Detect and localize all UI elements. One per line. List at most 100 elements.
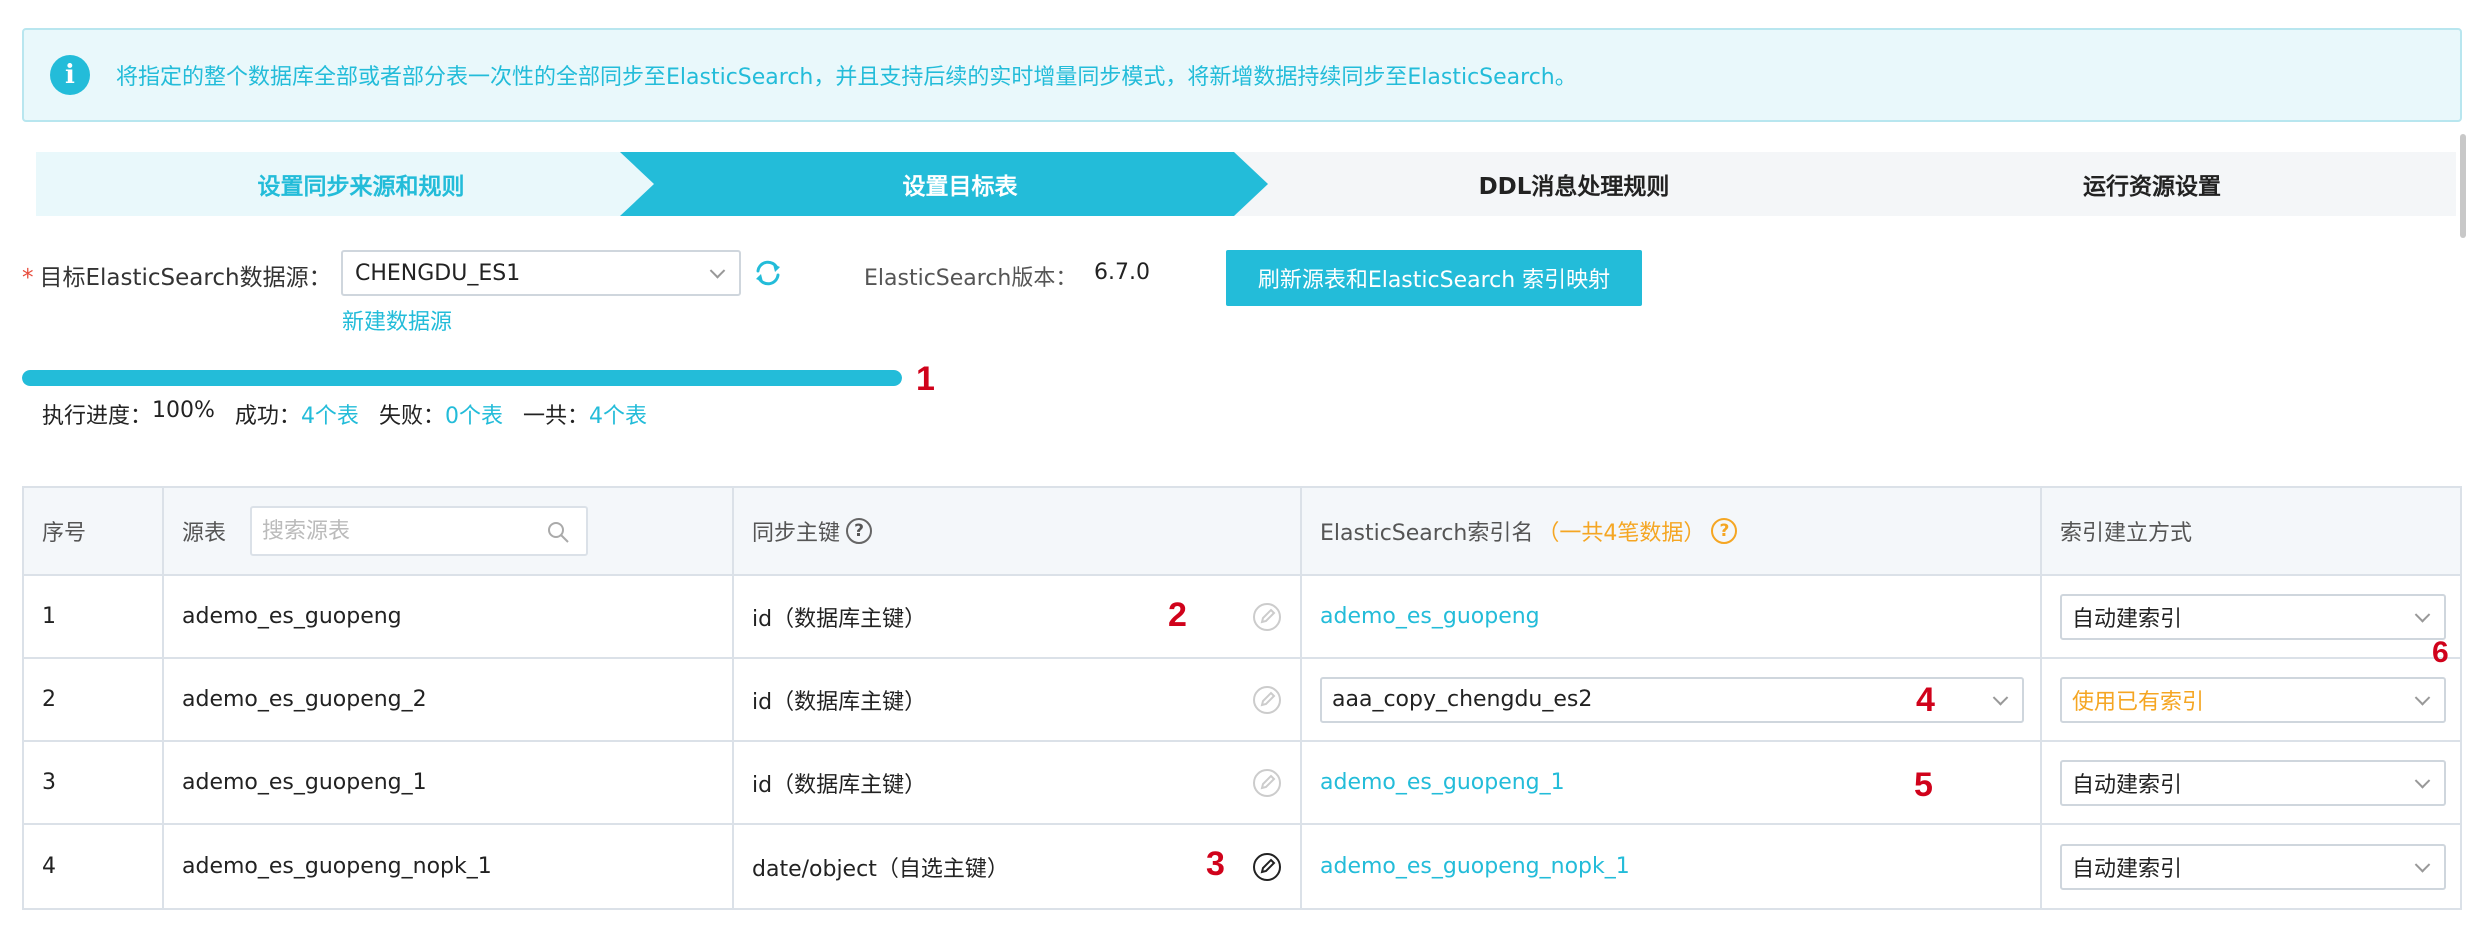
edit-icon[interactable] (1252, 602, 1282, 632)
row-pk: id（数据库主键） (734, 659, 1302, 740)
annotation-marker-6: 6 (2432, 636, 2449, 669)
row-mode: 自动建索引 (2042, 742, 2460, 823)
wizard-steps: 设置同步来源和规则 设置目标表 DDL消息处理规则 运行资源设置 (36, 152, 2456, 216)
total-label: 一共： (522, 404, 589, 429)
table-row: 4 ademo_es_guopeng_nopk_1 date/object（自选… (24, 825, 2460, 908)
progress-bar (22, 370, 902, 386)
header-index: 序号 (24, 488, 164, 574)
source-search[interactable] (250, 506, 589, 556)
index-mode-select[interactable]: 自动建索引 (2060, 843, 2446, 890)
progress-fill (22, 370, 902, 386)
row-es-index: ademo_es_guopeng_nopk_1 (1302, 825, 2042, 908)
selected-value: CHENGDU_ES1 (355, 260, 521, 286)
help-icon[interactable]: ? (846, 518, 873, 544)
step-source-rules[interactable]: 设置同步来源和规则 (36, 152, 686, 216)
progress-stats: 执行进度： 100% 成功： 4个表 失败： 0个表 一共： 4个表 (42, 398, 667, 430)
info-banner: i 将指定的整个数据库全部或者部分表一次性的全部同步至ElasticSearch… (22, 28, 2462, 122)
step-runtime-resources[interactable]: 运行资源设置 (1848, 152, 2456, 216)
target-label-text: 目标ElasticSearch数据源： (39, 265, 332, 291)
table-header: 序号 源表 同步主键 ? ElasticSearch索引名 （一共4笔数据） ?… (24, 488, 2460, 576)
chevron-down-icon (2414, 856, 2431, 873)
edit-icon[interactable] (1252, 768, 1282, 798)
new-datasource-link[interactable]: 新建数据源 (342, 304, 452, 336)
header-mode: 索引建立方式 (2060, 521, 2193, 546)
index-mode-select[interactable]: 自动建索引 (2060, 759, 2446, 806)
step-target-table[interactable]: 设置目标表 (620, 152, 1300, 216)
header-pk: 同步主键 ? (734, 488, 1302, 574)
es-index-link[interactable]: ademo_es_guopeng (1320, 604, 1540, 629)
success-count-link[interactable]: 4个表 (301, 398, 359, 430)
step-label: DDL消息处理规则 (1478, 174, 1670, 200)
required-mark: * (22, 265, 34, 291)
row-pk: id（数据库主键） (734, 742, 1302, 823)
edit-icon[interactable] (1252, 852, 1282, 882)
row-pk-text: date/object（自选主键） (752, 856, 1009, 882)
row-pk-text: id（数据库主键） (752, 772, 927, 798)
row-source: ademo_es_guopeng_nopk_1 (164, 825, 734, 908)
annotation-marker-5: 5 (1914, 766, 1933, 804)
row-es-index: aaa_copy_chengdu_es2 4 (1302, 659, 2042, 740)
chevron-down-icon (2414, 772, 2431, 789)
fail-label: 失败： (378, 404, 445, 429)
step-label: 设置同步来源和规则 (257, 174, 465, 200)
search-input[interactable] (262, 518, 523, 544)
row-index: 2 (24, 659, 164, 740)
row-mode: 自动建索引 (2042, 825, 2460, 908)
table-row: 1 ademo_es_guopeng id（数据库主键） 2 ademo_es_… (24, 576, 2460, 659)
edit-icon[interactable] (1252, 685, 1282, 715)
progress-percent: 100% (152, 398, 215, 423)
index-mode-select[interactable]: 使用已有索引 (2060, 676, 2446, 723)
table-row: 3 ademo_es_guopeng_1 id（数据库主键） ademo_es_… (24, 742, 2460, 825)
index-mode-select[interactable]: 自动建索引 (2060, 593, 2446, 640)
mode-value: 自动建索引 (2072, 856, 2183, 882)
row-index: 3 (24, 742, 164, 823)
header-pk-label: 同步主键 (752, 521, 841, 546)
step-label: 运行资源设置 (2083, 174, 2221, 200)
help-icon[interactable]: ? (1711, 518, 1738, 544)
existing-index-value: aaa_copy_chengdu_es2 (1332, 687, 1593, 712)
row-mode: 自动建索引 (2042, 576, 2460, 657)
total-count-link[interactable]: 4个表 (589, 398, 647, 430)
es-version-label: ElasticSearch版本： (864, 266, 1078, 291)
scrollbar[interactable] (2460, 134, 2466, 238)
header-source: 源表 (164, 488, 734, 574)
fail-count-link[interactable]: 0个表 (445, 398, 503, 430)
mode-value: 使用已有索引 (2072, 689, 2205, 715)
row-es-index: ademo_es_guopeng (1302, 576, 2042, 657)
row-pk: id（数据库主键） 2 (734, 576, 1302, 657)
es-index-link[interactable]: ademo_es_guopeng_1 (1320, 770, 1565, 795)
target-datasource-label: * 目标ElasticSearch数据源： (22, 258, 332, 292)
chevron-down-icon (2414, 606, 2431, 623)
chevron-down-icon (1992, 689, 2009, 706)
row-source: ademo_es_guopeng_2 (164, 659, 734, 740)
header-source-label: 源表 (182, 521, 227, 546)
row-es-index: ademo_es_guopeng_1 5 (1302, 742, 2042, 823)
header-es-index: ElasticSearch索引名 （一共4笔数据） ? (1302, 488, 2042, 574)
row-index: 4 (24, 825, 164, 908)
row-pk: date/object（自选主键） 3 (734, 825, 1302, 908)
step-ddl-rules[interactable]: DDL消息处理规则 (1234, 152, 1914, 216)
table-row: 2 ademo_es_guopeng_2 id（数据库主键） aaa_copy_… (24, 659, 2460, 742)
row-pk-text: id（数据库主键） (752, 689, 927, 715)
mode-value: 自动建索引 (2072, 772, 2183, 798)
row-mode: 使用已有索引 (2042, 659, 2460, 740)
target-datasource-select[interactable]: CHENGDU_ES1 (341, 250, 741, 296)
es-version-value: 6.7.0 (1094, 260, 1150, 285)
existing-index-select[interactable]: aaa_copy_chengdu_es2 4 (1320, 676, 2024, 723)
row-source: ademo_es_guopeng_1 (164, 742, 734, 823)
search-icon[interactable] (546, 520, 570, 544)
progress-label: 执行进度： (42, 404, 153, 429)
info-icon: i (50, 55, 90, 95)
header-es-index-label: ElasticSearch索引名 (1320, 521, 1534, 546)
refresh-icon[interactable] (752, 257, 784, 289)
chevron-down-icon (709, 263, 726, 279)
annotation-marker-3: 3 (1206, 845, 1225, 883)
es-index-link[interactable]: ademo_es_guopeng_nopk_1 (1320, 854, 1630, 879)
mode-value: 自动建索引 (2072, 606, 2183, 632)
refresh-mapping-button[interactable]: 刷新源表和ElasticSearch 索引映射 (1226, 250, 1642, 306)
annotation-marker-4: 4 (1916, 680, 1935, 719)
es-count-note: （一共4笔数据） (1537, 521, 1706, 546)
row-pk-text: id（数据库主键） (752, 606, 927, 632)
row-source: ademo_es_guopeng (164, 576, 734, 657)
row-index: 1 (24, 576, 164, 657)
